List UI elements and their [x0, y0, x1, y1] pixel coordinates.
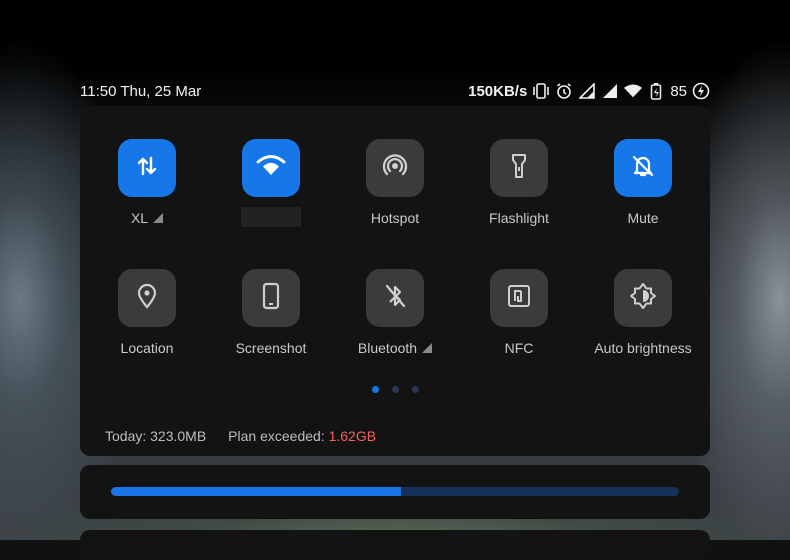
charging-icon [692, 82, 710, 100]
page-dot[interactable] [391, 386, 399, 393]
vibrate-icon [532, 82, 550, 100]
battery-level: 85 [670, 82, 687, 100]
toggle-bluetooth[interactable]: Bluetooth [340, 269, 450, 369]
toggle-label: Location [120, 340, 174, 356]
plan-exceeded-value: 1.62GB [328, 428, 377, 444]
page-indicator [80, 386, 710, 393]
brightness-slider-fill [111, 487, 401, 496]
battery-icon [647, 82, 665, 100]
flashlight-icon [509, 153, 529, 184]
toggle-auto-brightness[interactable]: Auto brightness [588, 269, 698, 369]
toggle-wifi-button[interactable] [242, 139, 300, 197]
redacted-network-name [241, 207, 301, 227]
toggle-bluetooth-button[interactable] [366, 269, 424, 327]
toggle-flashlight-button[interactable] [490, 139, 548, 197]
toggle-auto-brightness-button[interactable] [614, 269, 672, 327]
toggle-screenshot-button[interactable] [242, 269, 300, 327]
toggle-label: Bluetooth [340, 340, 450, 356]
wifi-icon [624, 82, 643, 100]
toggle-label [216, 207, 326, 227]
status-time-date: 11:50 Thu, 25 Mar [80, 82, 202, 100]
toggle-mute-button[interactable] [614, 139, 672, 197]
page-dot-active[interactable] [371, 386, 379, 393]
nfc-icon [506, 283, 532, 314]
alarm-icon [555, 82, 573, 100]
signal-icon [601, 82, 619, 100]
bluetooth-icon [383, 283, 407, 314]
toggle-hotspot[interactable]: Hotspot [340, 139, 450, 239]
toggle-label: NFC [504, 340, 534, 356]
toggle-screenshot[interactable]: Screenshot [216, 269, 326, 369]
auto-brightness-icon [629, 282, 657, 315]
today-usage: Today: 323.0MB [105, 428, 207, 444]
toggle-nfc[interactable]: NFC [464, 269, 574, 369]
mobile-data-icon [135, 154, 159, 183]
wifi-icon [256, 154, 286, 183]
screenshot-icon [261, 282, 281, 315]
toggle-location[interactable]: Location [92, 269, 202, 369]
signal-indicator-icon [422, 343, 433, 353]
toggle-flashlight[interactable]: Flashlight [464, 139, 574, 239]
brightness-slider[interactable] [111, 487, 679, 496]
signal-indicator-icon [153, 213, 164, 223]
toggle-location-button[interactable] [118, 269, 176, 327]
quick-settings-panel: XL Hotspot Flashlight Mute Location Scre… [80, 106, 710, 456]
mute-bell-icon [630, 153, 656, 184]
toggle-label: Mute [627, 210, 659, 226]
signal-icon [578, 82, 596, 100]
toggle-mobile-data-label: XL [130, 210, 149, 226]
status-icons: 150KB/s 85 [468, 82, 710, 100]
location-icon [136, 283, 158, 314]
toggle-label: Auto brightness [594, 340, 692, 356]
brightness-card [80, 465, 710, 519]
network-speed: 150KB/s [468, 82, 528, 100]
toggle-wifi[interactable] [216, 139, 326, 239]
toggle-label: Flashlight [489, 210, 549, 226]
page-dot[interactable] [411, 386, 419, 393]
plan-label: Plan exceeded: [228, 428, 325, 444]
notification-card[interactable] [80, 530, 710, 560]
toggle-bluetooth-label: Bluetooth [357, 340, 418, 356]
toggle-mobile-data[interactable]: XL [92, 139, 202, 239]
toggle-mute[interactable]: Mute [588, 139, 698, 239]
toggle-hotspot-button[interactable] [366, 139, 424, 197]
toggle-nfc-button[interactable] [490, 269, 548, 327]
plan-status: Plan exceeded: 1.62GB [228, 428, 376, 444]
toggle-mobile-data-button[interactable] [118, 139, 176, 197]
hotspot-icon [381, 152, 409, 185]
toggle-label: XL [92, 210, 202, 226]
toggle-label: Screenshot [235, 340, 307, 356]
data-usage-summary[interactable]: Today: 323.0MB Plan exceeded: 1.62GB [105, 428, 376, 444]
status-bar: 11:50 Thu, 25 Mar 150KB/s 85 [80, 80, 710, 102]
toggle-label: Hotspot [370, 210, 420, 226]
